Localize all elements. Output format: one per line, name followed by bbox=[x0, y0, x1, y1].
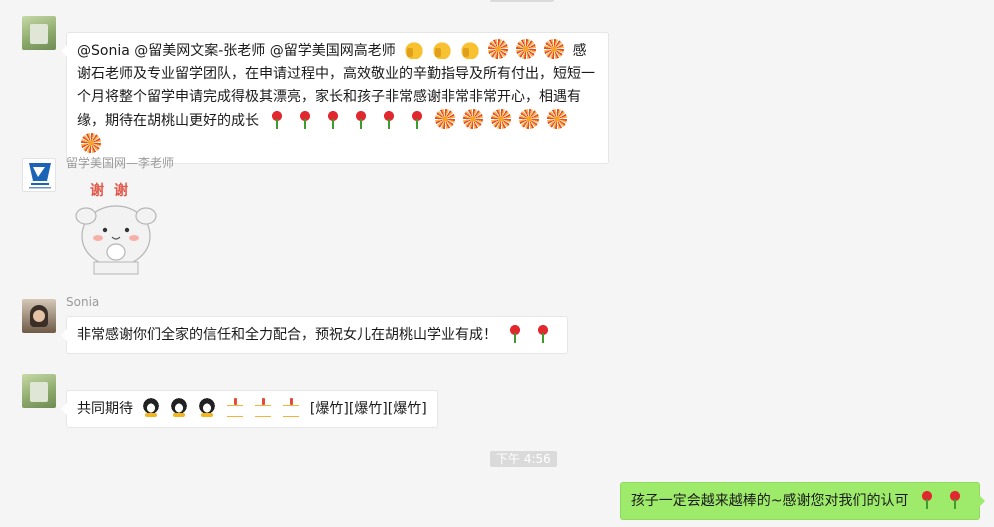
message-bubble[interactable]: 共同期待 [爆竹][爆竹][爆竹] bbox=[61, 390, 438, 428]
penguin-icon bbox=[197, 397, 218, 417]
penguin-icon bbox=[169, 397, 190, 417]
logo-icon bbox=[29, 163, 51, 189]
message-bubble[interactable]: @Sonia @留美网文案-张老师 @留学美国网高老师 感谢石老师及专业留学团队… bbox=[61, 32, 609, 164]
avatar[interactable] bbox=[22, 299, 56, 333]
thumbs-up-icon bbox=[404, 39, 425, 59]
firework-icon bbox=[488, 39, 509, 59]
avatar[interactable] bbox=[22, 158, 56, 192]
firework-icon bbox=[547, 109, 568, 129]
message-text: 非常感谢你们全家的信任和全力配合，预祝女儿在胡桃山学业有成！ bbox=[77, 327, 497, 343]
message-bubble[interactable]: 非常感谢你们全家的信任和全力配合，预祝女儿在胡桃山学业有成！ bbox=[60, 316, 569, 354]
penguin-icon bbox=[141, 397, 162, 417]
firework-icon bbox=[81, 133, 101, 153]
firework-icon bbox=[519, 109, 540, 129]
firework-icon bbox=[544, 39, 565, 59]
thumbs-up-icon bbox=[460, 39, 481, 59]
rose-icon bbox=[351, 109, 372, 129]
sender-name: 留学美国网—李老师 bbox=[66, 156, 175, 170]
sticker-text: 谢谢 bbox=[90, 183, 138, 199]
timestamp: 下午 4:56 bbox=[490, 451, 557, 467]
rose-icon bbox=[505, 323, 526, 343]
sticker[interactable]: 谢谢 bbox=[74, 180, 158, 276]
message-text-cont: [爆竹][爆竹][爆竹] bbox=[309, 401, 427, 417]
message-text: 共同期待 bbox=[77, 401, 133, 417]
timestamp-top bbox=[490, 0, 554, 2]
rose-icon bbox=[267, 109, 288, 129]
rose-icon bbox=[945, 489, 965, 509]
cake-icon bbox=[281, 397, 302, 417]
rose-icon bbox=[323, 109, 344, 129]
thumbs-up-icon bbox=[432, 39, 453, 59]
avatar[interactable] bbox=[22, 374, 56, 408]
firework-icon bbox=[516, 39, 537, 59]
rose-icon bbox=[379, 109, 400, 129]
cake-icon bbox=[253, 397, 274, 417]
firework-icon bbox=[435, 109, 456, 129]
rose-icon bbox=[917, 489, 937, 509]
my-message-bubble[interactable]: 孩子一定会越来越棒的~感谢您对我们的认可 bbox=[619, 482, 986, 520]
rose-icon bbox=[295, 109, 316, 129]
sender-name: Sonia bbox=[66, 295, 100, 309]
firework-icon bbox=[491, 109, 512, 129]
firework-icon bbox=[463, 109, 484, 129]
rose-icon bbox=[533, 323, 554, 343]
rose-icon bbox=[407, 109, 428, 129]
cake-icon bbox=[225, 397, 246, 417]
message-text: @Sonia @留美网文案-张老师 @留学美国网高老师 bbox=[77, 43, 396, 59]
message-text: 孩子一定会越来越棒的~感谢您对我们的认可 bbox=[630, 493, 909, 509]
avatar[interactable] bbox=[22, 16, 56, 50]
